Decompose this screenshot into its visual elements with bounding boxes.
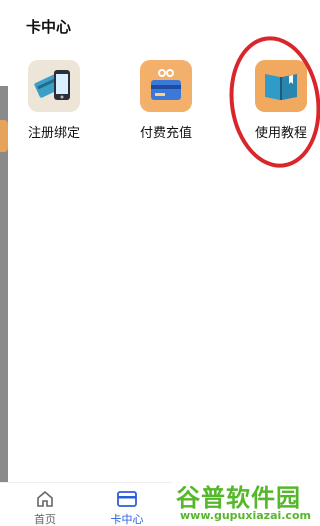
- watermark-text: 谷普软件园: [176, 484, 301, 512]
- nav-label-home: 首页: [34, 513, 56, 526]
- card-phone-icon: [28, 60, 80, 112]
- nav-item-home[interactable]: 首页: [15, 489, 75, 526]
- watermark: 谷普软件园 www.gupuxiazai.com: [172, 476, 320, 526]
- book-icon: [255, 60, 307, 112]
- tile-label: 注册绑定: [27, 126, 80, 141]
- nav-label-card: 卡中心: [110, 513, 144, 526]
- tile-label: 使用教程: [254, 126, 307, 141]
- payment-card-icon: [140, 60, 192, 112]
- nav-item-card-center[interactable]: 卡中心: [97, 489, 157, 526]
- tile-label: 付费充值: [139, 126, 192, 141]
- watermark-url: www.gupuxiazai.com: [180, 509, 311, 522]
- tile-usage-guide[interactable]: 使用教程: [241, 60, 320, 148]
- page-title: 卡中心: [26, 18, 72, 36]
- card-icon: [117, 491, 137, 507]
- home-icon: [37, 490, 53, 507]
- tile-pay-recharge[interactable]: 付费充值: [126, 60, 206, 148]
- feature-grid: 注册绑定 付费充值 使用教程: [0, 60, 320, 150]
- tile-register-bind[interactable]: 注册绑定: [14, 60, 94, 148]
